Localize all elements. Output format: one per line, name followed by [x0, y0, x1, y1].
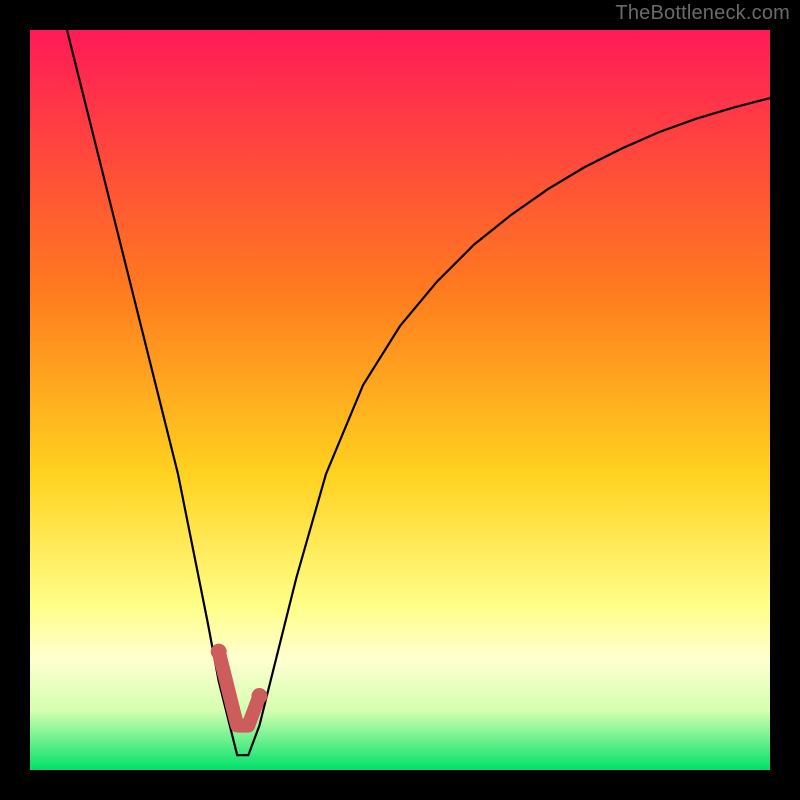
plot-area	[30, 30, 770, 770]
highlight-endpoint	[251, 688, 267, 704]
chart-frame: TheBottleneck.com	[0, 0, 800, 800]
watermark-text: TheBottleneck.com	[615, 2, 790, 25]
gradient-background	[30, 30, 770, 770]
highlight-endpoint	[211, 644, 227, 660]
bottleneck-curve-chart	[30, 30, 770, 770]
